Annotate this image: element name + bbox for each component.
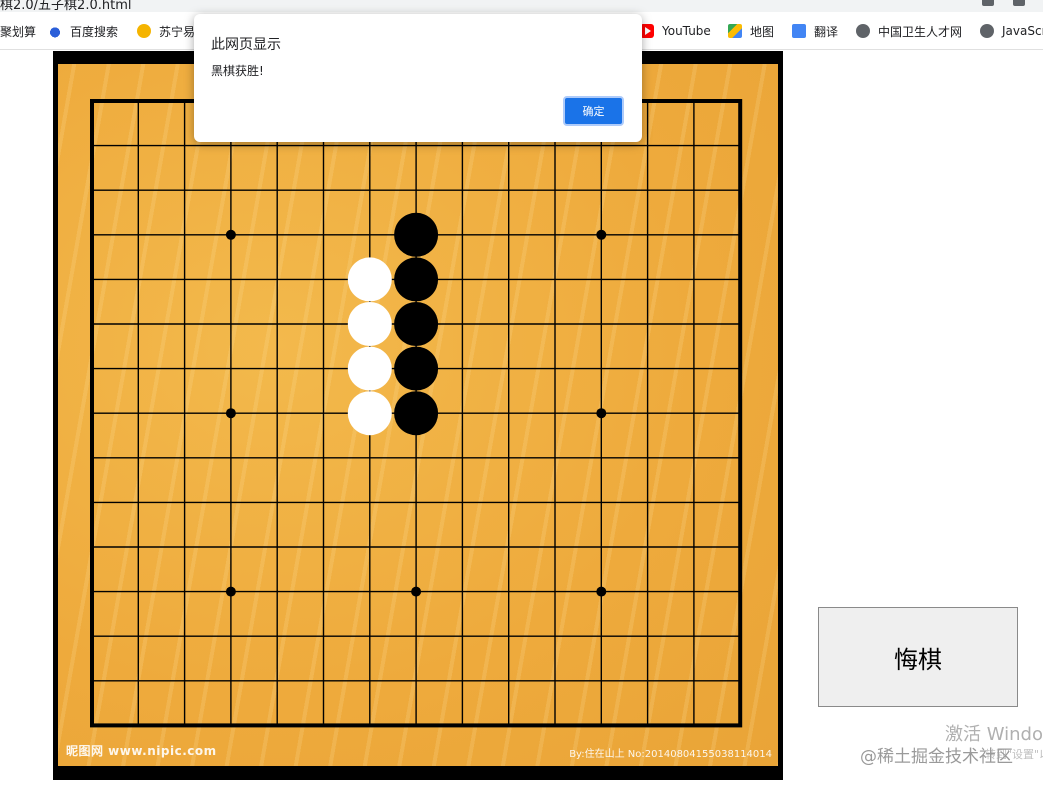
star-point: [596, 586, 607, 597]
author-watermark: By:住在山上 No:20140804155038114014: [569, 749, 772, 760]
bookmark-health-talent[interactable]: 中国卫生人才网: [856, 22, 962, 40]
star-point: [225, 586, 236, 597]
board-grid[interactable]: [58, 64, 778, 766]
bookmark-label: 苏宁易: [159, 24, 196, 39]
youtube-icon: [640, 24, 654, 38]
extension-icon[interactable]: [1013, 0, 1025, 6]
dialog-message: 黑棋获胜!: [211, 64, 264, 78]
white-stone: [347, 346, 392, 391]
black-stone: [394, 212, 439, 257]
black-stone: [394, 346, 439, 391]
star-point: [411, 586, 422, 597]
bookmark-label: 地图: [750, 24, 775, 39]
bookmark-maps[interactable]: 地图: [728, 22, 774, 40]
black-stone: [394, 391, 439, 436]
bookmark-javascript[interactable]: JavaScr: [980, 22, 1043, 40]
baidu-paw-icon: [48, 24, 62, 38]
bookmark-label: 百度搜索: [70, 24, 119, 39]
white-stone: [347, 391, 392, 436]
black-stone: [394, 302, 439, 346]
black-stone: [394, 257, 439, 302]
bookmark-label: JavaScr: [1002, 24, 1043, 38]
globe-icon: [980, 24, 994, 38]
bookmark-juhuasuan[interactable]: 聚划算: [0, 22, 36, 40]
url-text[interactable]: 棋2.0/五子棋2.0.html: [0, 0, 131, 12]
bookmark-baidu[interactable]: 百度搜索: [48, 22, 118, 40]
star-point: [596, 408, 607, 419]
address-bar[interactable]: 棋2.0/五子棋2.0.html: [0, 0, 1043, 12]
star-point: [596, 229, 607, 240]
bookmark-label: 翻译: [814, 24, 839, 39]
dialog-title: 此网页显示: [211, 37, 281, 53]
bookmark-label: 中国卫生人才网: [878, 24, 963, 39]
globe-icon: [856, 24, 870, 38]
bookmark-suning[interactable]: 苏宁易: [137, 22, 195, 40]
nipic-watermark: 昵图网 www.nipic.com: [66, 744, 217, 758]
maps-icon: [728, 24, 742, 38]
alert-dialog: 此网页显示 黑棋获胜! 确定: [194, 14, 642, 142]
ok-button[interactable]: 确定: [563, 96, 624, 126]
undo-button[interactable]: 悔棋: [818, 607, 1018, 707]
star-point: [225, 229, 236, 240]
bookmark-youtube[interactable]: YouTube: [640, 22, 711, 40]
extension-icon[interactable]: [982, 0, 994, 6]
white-stone: [347, 257, 392, 302]
suning-icon: [137, 24, 151, 38]
bookmark-label: YouTube: [662, 24, 711, 38]
bookmark-label: 聚划算: [0, 24, 37, 39]
white-stone: [347, 302, 392, 346]
board-canvas-frame: 昵图网 www.nipic.com By:住在山上 No:20140804155…: [53, 51, 783, 780]
translate-icon: [792, 24, 806, 38]
star-point: [225, 408, 236, 419]
bookmark-translate[interactable]: 翻译: [792, 22, 838, 40]
juejin-watermark: @稀土掘金技术社区: [860, 747, 1013, 767]
gomoku-board[interactable]: 昵图网 www.nipic.com By:住在山上 No:20140804155…: [58, 64, 778, 766]
